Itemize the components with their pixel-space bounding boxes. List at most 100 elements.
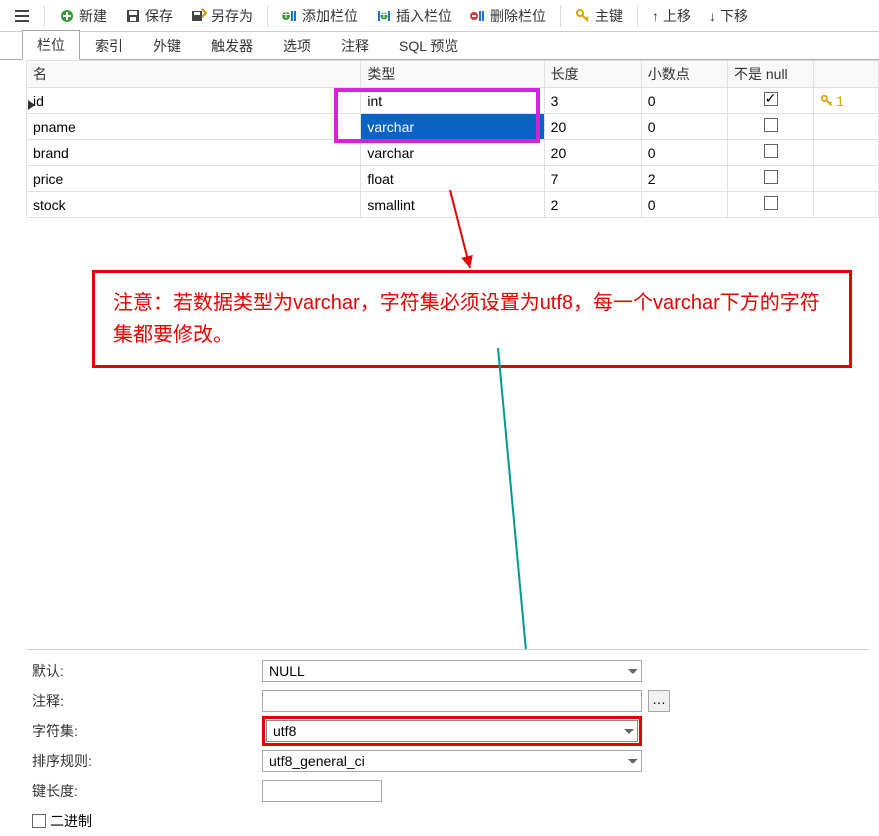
saveas-button[interactable]: 另存为 <box>183 3 261 29</box>
saveas-label: 另存为 <box>211 6 253 26</box>
cell-key[interactable] <box>814 140 879 166</box>
table-row[interactable]: stocksmallint20 <box>27 192 879 218</box>
tab-0[interactable]: 栏位 <box>22 30 80 60</box>
table-row[interactable]: brandvarchar200 <box>27 140 879 166</box>
cell-key[interactable] <box>814 114 879 140</box>
col-header-dec[interactable]: 小数点 <box>641 61 727 88</box>
menu-icon <box>15 10 29 22</box>
cell-type[interactable]: varchar <box>361 140 544 166</box>
table-row[interactable]: pricefloat72 <box>27 166 879 192</box>
inscol-button[interactable]: + 插入栏位 <box>368 3 460 29</box>
default-select[interactable]: NULL <box>262 660 642 682</box>
comment-input[interactable] <box>262 690 642 712</box>
moveup-button[interactable]: ↑ 上移 <box>644 3 699 29</box>
cell-type[interactable]: varchar <box>361 114 544 140</box>
svg-text:+: + <box>282 8 290 22</box>
binary-label: 二进制 <box>50 811 92 831</box>
cell-name[interactable]: id <box>27 88 361 114</box>
movedown-button[interactable]: ↓ 下移 <box>701 3 756 29</box>
cell-len[interactable]: 7 <box>544 166 641 192</box>
delcol-button[interactable]: 删除栏位 <box>462 3 554 29</box>
current-row-marker <box>28 100 35 110</box>
cell-name[interactable]: brand <box>27 140 361 166</box>
cell-dec[interactable]: 2 <box>641 166 727 192</box>
notnull-checkbox[interactable] <box>764 118 778 132</box>
key-icon <box>575 8 591 24</box>
new-label: 新建 <box>79 6 107 26</box>
save-label: 保存 <box>145 6 173 26</box>
new-icon <box>59 8 75 24</box>
col-header-type[interactable]: 类型 <box>361 61 544 88</box>
tab-5[interactable]: 注释 <box>326 31 384 60</box>
table-row[interactable]: idint30 1 <box>27 88 879 114</box>
arrow-down-icon: ↓ <box>709 8 716 24</box>
cell-dec[interactable]: 0 <box>641 192 727 218</box>
saveas-icon <box>191 8 207 24</box>
tab-4[interactable]: 选项 <box>268 31 326 60</box>
inscol-icon: + <box>376 8 392 24</box>
cell-type[interactable]: float <box>361 166 544 192</box>
addcol-button[interactable]: + 添加栏位 <box>274 3 366 29</box>
tab-6[interactable]: SQL 预览 <box>384 31 473 60</box>
cell-dec[interactable]: 0 <box>641 114 727 140</box>
cell-len[interactable]: 2 <box>544 192 641 218</box>
binary-checkbox[interactable] <box>32 814 46 828</box>
cell-type[interactable]: int <box>361 88 544 114</box>
cell-key[interactable] <box>814 192 879 218</box>
inscol-label: 插入栏位 <box>396 6 452 26</box>
cell-key[interactable] <box>814 166 879 192</box>
field-properties-panel: 默认: NULL 注释: … 字符集: utf8 排序规则: utf8_gene… <box>26 649 869 836</box>
keylen-input[interactable] <box>262 780 382 802</box>
collation-label: 排序规则: <box>26 751 256 771</box>
cell-key[interactable]: 1 <box>814 88 879 114</box>
cell-notnull[interactable] <box>727 192 813 218</box>
cell-name[interactable]: stock <box>27 192 361 218</box>
movedown-label: 下移 <box>720 6 748 26</box>
tab-3[interactable]: 触发器 <box>196 31 268 60</box>
cell-len[interactable]: 3 <box>544 88 641 114</box>
annotation-note: 注意：若数据类型为varchar，字符集必须设置为utf8，每一个varchar… <box>92 270 852 368</box>
pkey-label: 主键 <box>595 6 623 26</box>
cell-dec[interactable]: 0 <box>641 88 727 114</box>
svg-text:+: + <box>380 8 388 22</box>
notnull-checkbox[interactable] <box>764 92 778 106</box>
menu-button[interactable] <box>6 5 38 27</box>
col-header-len[interactable]: 长度 <box>544 61 641 88</box>
table-row[interactable]: pnamevarchar200 <box>27 114 879 140</box>
save-icon <box>125 8 141 24</box>
comment-label: 注释: <box>26 691 256 711</box>
notnull-checkbox[interactable] <box>764 170 778 184</box>
tab-1[interactable]: 索引 <box>80 31 138 60</box>
notnull-checkbox[interactable] <box>764 196 778 210</box>
addcol-label: 添加栏位 <box>302 6 358 26</box>
addcol-icon: + <box>282 8 298 24</box>
charset-select[interactable]: utf8 <box>266 720 638 742</box>
charset-label: 字符集: <box>26 721 256 741</box>
col-header-key[interactable] <box>814 61 879 88</box>
tab-2[interactable]: 外键 <box>138 31 196 60</box>
cell-notnull[interactable] <box>727 88 813 114</box>
cell-notnull[interactable] <box>727 140 813 166</box>
cell-len[interactable]: 20 <box>544 114 641 140</box>
key-icon <box>820 94 834 108</box>
cell-len[interactable]: 20 <box>544 140 641 166</box>
cell-name[interactable]: price <box>27 166 361 192</box>
cell-name[interactable]: pname <box>27 114 361 140</box>
col-header-null[interactable]: 不是 null <box>727 61 813 88</box>
cell-notnull[interactable] <box>727 166 813 192</box>
cell-notnull[interactable] <box>727 114 813 140</box>
primarykey-button[interactable]: 主键 <box>567 3 631 29</box>
main-toolbar: 新建 保存 另存为 + 添加栏位 + 插入栏位 删除栏位 主键 ↑ 上移 ↓ 下… <box>0 0 879 32</box>
cell-type[interactable]: smallint <box>361 192 544 218</box>
charset-highlight: utf8 <box>262 716 642 746</box>
col-header-name[interactable]: 名 <box>27 61 361 88</box>
columns-grid: 名 类型 长度 小数点 不是 null idint301pnamevarchar… <box>26 60 879 218</box>
default-label: 默认: <box>26 661 256 681</box>
collation-select[interactable]: utf8_general_ci <box>262 750 642 772</box>
comment-browse-button[interactable]: … <box>648 690 670 712</box>
delcol-label: 删除栏位 <box>490 6 546 26</box>
new-button[interactable]: 新建 <box>51 3 115 29</box>
save-button[interactable]: 保存 <box>117 3 181 29</box>
cell-dec[interactable]: 0 <box>641 140 727 166</box>
notnull-checkbox[interactable] <box>764 144 778 158</box>
